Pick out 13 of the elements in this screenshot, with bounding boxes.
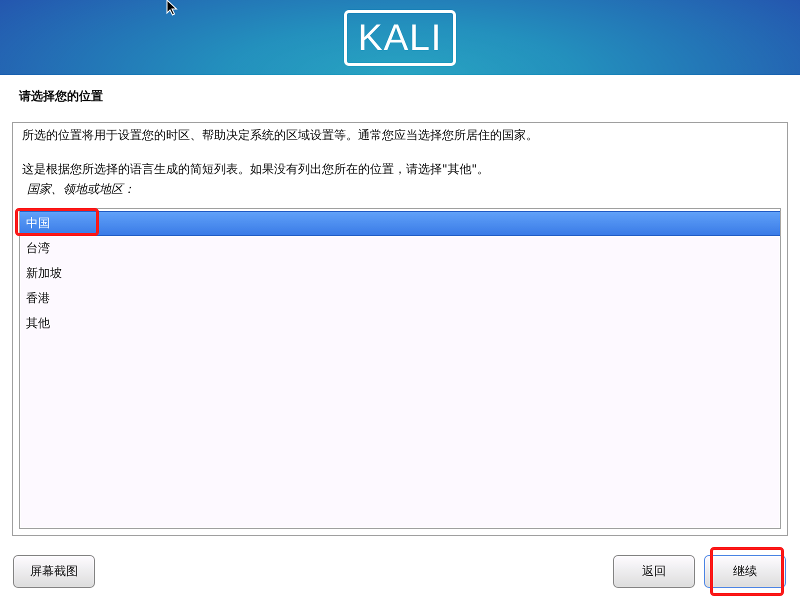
page-title: 请选择您的位置	[19, 89, 104, 103]
action-button[interactable]: 继续	[704, 555, 786, 588]
list-item[interactable]: 新加坡	[20, 261, 780, 286]
cursor-icon	[166, 0, 178, 16]
action-button[interactable]: 屏幕截图	[13, 555, 95, 588]
list-item[interactable]: 其他	[20, 311, 780, 336]
list-label: 国家、领地或地区：	[27, 181, 136, 197]
list-item[interactable]: 香港	[20, 286, 780, 311]
description-text: 所选的位置将用于设置您的时区、帮助决定系统的区域设置等。通常您应当选择您所居住的国家。	[22, 127, 539, 143]
logo: KALI	[344, 10, 456, 66]
list-item[interactable]: 台湾	[20, 236, 780, 261]
description-text: 这是根据您所选择的语言生成的简短列表。如果没有列出您所在的位置，请选择"其他"。	[22, 161, 490, 177]
action-button[interactable]: 返回	[613, 555, 695, 588]
